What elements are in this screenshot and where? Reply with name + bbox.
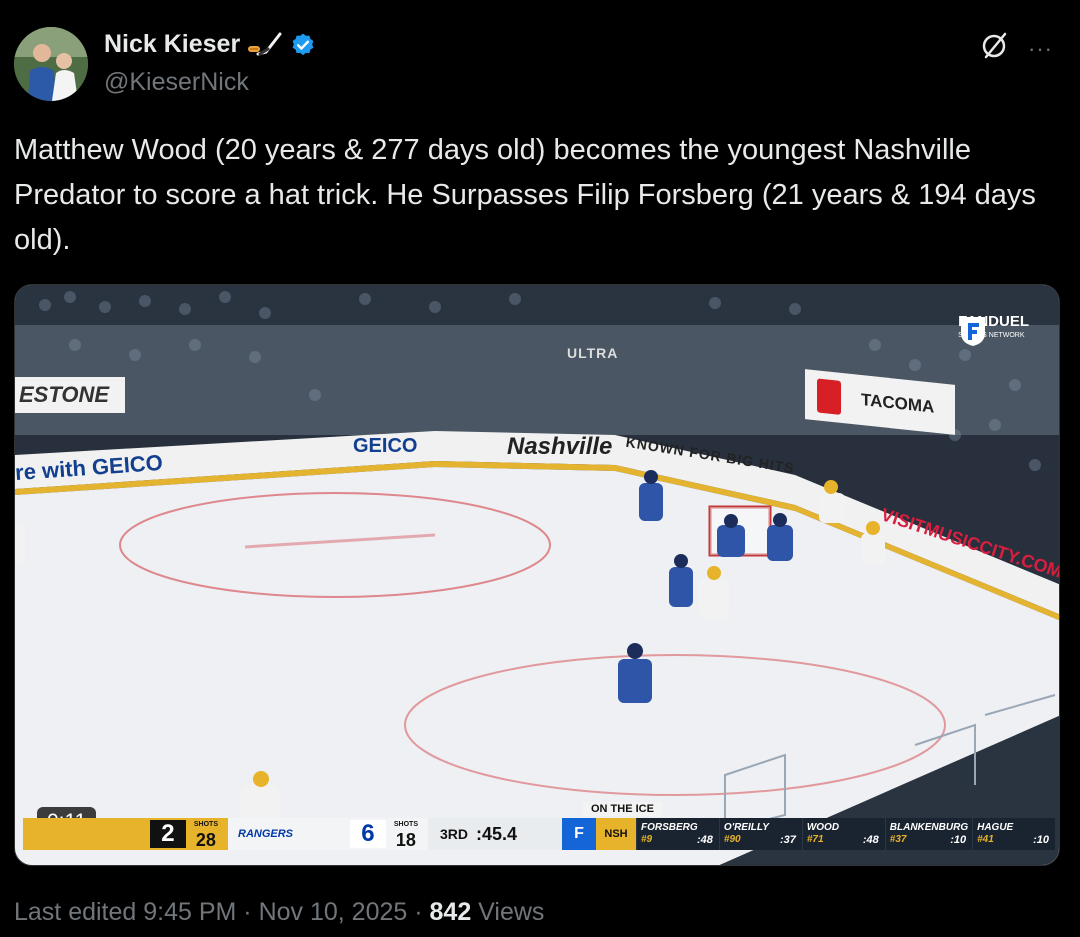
player-toi: :37 xyxy=(779,834,796,846)
away-score: 2 xyxy=(149,820,186,848)
last-edited-timestamp[interactable]: Last edited 9:45 PM · Nov 10, 2025 · xyxy=(14,898,430,926)
author-name-row[interactable]: Nick Kieser xyxy=(104,30,316,59)
on-ice-players: NSH FORSBERG #9 :48 O'REILLY #90 :37 WOO… xyxy=(596,818,1055,850)
tweet-meta: Last edited 9:45 PM · Nov 10, 2025 · 842… xyxy=(14,898,544,927)
player-toi: :48 xyxy=(862,834,879,846)
away-shots: SHOTS 28 xyxy=(194,819,218,849)
on-ice-player: FORSBERG #9 :48 xyxy=(636,818,719,850)
away-team-panel: 2 SHOTS 28 xyxy=(23,818,228,850)
hockey-stick-puck-icon xyxy=(248,32,282,55)
more-options-icon[interactable]: ··· xyxy=(1028,36,1053,62)
ad-firestone: ESTONE xyxy=(15,377,125,413)
grok-slash-circle-icon[interactable] xyxy=(980,30,1010,60)
fanduel-bug-icon: F xyxy=(562,818,596,850)
home-shots: SHOTS 18 xyxy=(394,819,418,849)
toyota-logo-icon xyxy=(817,378,841,415)
fanduel-shield-icon xyxy=(961,317,986,346)
away-shots-value: 28 xyxy=(195,830,216,850)
fanduel-network-logo: FANDUEL SPORTS NETWORK xyxy=(958,314,1029,346)
on-ice-player: BLANKENBURG #37 :10 xyxy=(884,818,972,850)
ad-tacoma-text: TACOMA xyxy=(861,390,935,417)
verified-badge-icon[interactable] xyxy=(290,32,316,58)
views-label: Views xyxy=(471,898,545,926)
period-clock: 3RD :45.4 xyxy=(428,818,562,850)
game-clock: :45.4 xyxy=(476,823,518,844)
player-name: HAGUE xyxy=(977,822,1014,833)
author-avatar[interactable] xyxy=(14,27,88,101)
tweet-text: Matthew Wood (20 years & 277 days old) b… xyxy=(14,134,1036,256)
on-ice-player: HAGUE #41 :10 xyxy=(972,818,1055,850)
ad-ultra: ULTRA xyxy=(567,345,619,361)
ad-nashville: Nashville xyxy=(507,433,613,460)
views-count: 842 xyxy=(429,898,472,926)
rangers-logo: RANGERS xyxy=(238,828,294,840)
video-player[interactable]: ESTONE TACOMA re with GEICO GEICO Nashvi… xyxy=(14,284,1060,866)
player-name: O'REILLY xyxy=(723,822,769,833)
ad-geico-mid: GEICO xyxy=(353,435,418,457)
video-frame xyxy=(15,285,1059,865)
player-toi: :10 xyxy=(950,834,967,846)
player-name: FORSBERG xyxy=(641,822,698,833)
home-team-panel: RANGERS 6 SHOTS 18 xyxy=(228,818,428,850)
author-handle[interactable]: @KieserNick xyxy=(104,68,249,97)
on-the-ice-label: ON THE ICE xyxy=(583,802,662,816)
home-score: 6 xyxy=(349,820,386,848)
predators-logo-icon: NSH xyxy=(596,818,636,850)
player-name: BLANKENBURG xyxy=(889,822,969,833)
player-toi: :48 xyxy=(697,834,713,846)
home-shots-value: 18 xyxy=(395,830,416,850)
player-toi: :10 xyxy=(1033,834,1050,846)
author-name[interactable]: Nick Kieser xyxy=(104,30,240,59)
on-ice-player: O'REILLY #90 :37 xyxy=(718,818,802,850)
player-name: WOOD xyxy=(806,822,840,833)
period: 3RD xyxy=(440,826,469,842)
scorebug: ON THE ICE 2 SHOTS 28 RANGERS 6 SHOTS 18… xyxy=(23,802,1055,850)
on-ice-player: WOOD #71 :48 xyxy=(801,818,885,850)
